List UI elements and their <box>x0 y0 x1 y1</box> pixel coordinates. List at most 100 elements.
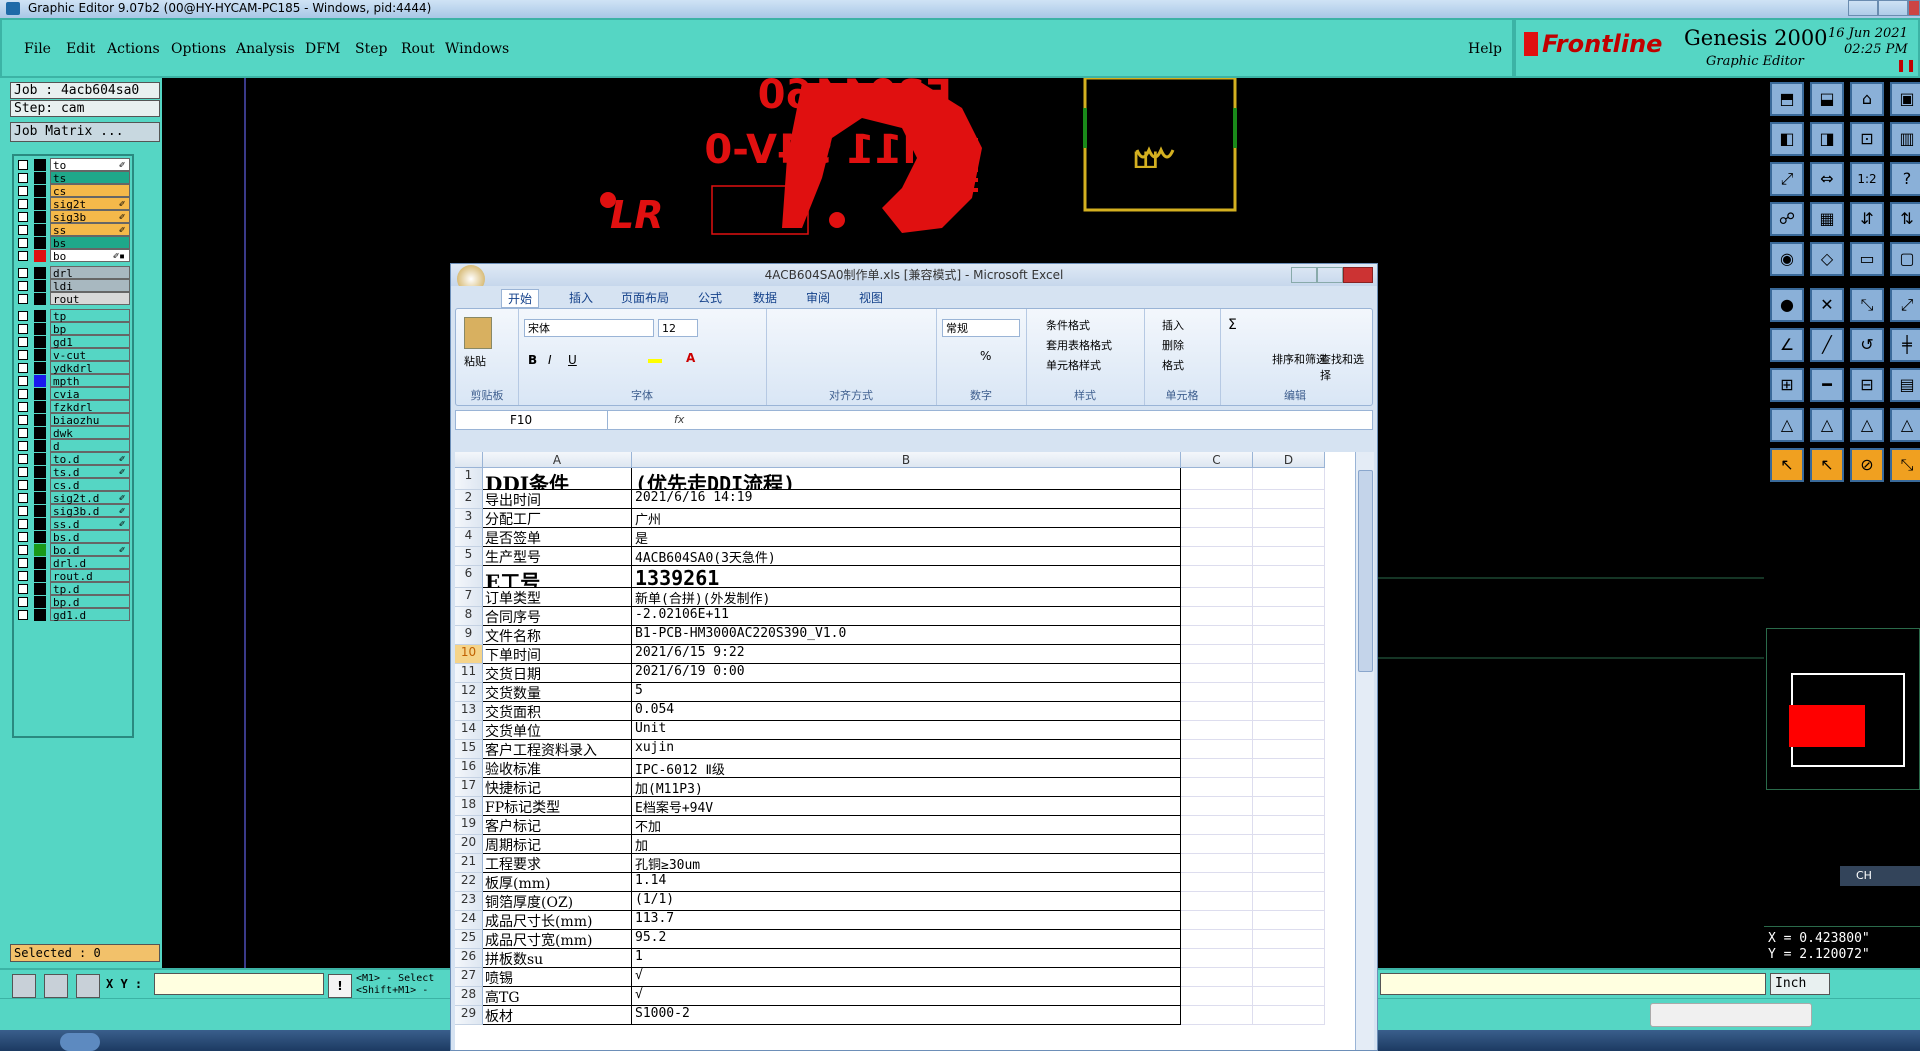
cell-empty[interactable] <box>1253 816 1325 835</box>
cell-empty[interactable] <box>1181 547 1253 566</box>
table-row[interactable]: 13 交货面积 0.054 <box>455 702 1355 721</box>
table-row[interactable]: 10 下单时间 2021/6/15 9:22 <box>455 645 1355 664</box>
layer-row[interactable]: biaozhu <box>14 413 132 427</box>
close-button[interactable] <box>1908 0 1920 16</box>
underline-button[interactable]: U <box>568 353 577 367</box>
layer-name[interactable]: sig2t.d ✐ <box>50 491 130 505</box>
layer-checkbox[interactable] <box>18 238 28 248</box>
cell-empty[interactable] <box>1253 968 1325 987</box>
row-number[interactable]: 6 <box>455 566 483 588</box>
cell-empty[interactable] <box>1181 816 1253 835</box>
column-header-d[interactable]: D <box>1253 452 1325 468</box>
bold-button[interactable]: B <box>528 353 537 367</box>
tool-button[interactable]: △ <box>1850 408 1884 442</box>
layer-row[interactable]: sig2t ✐ <box>14 197 132 211</box>
cell-value[interactable]: xujin <box>632 740 1181 759</box>
cell-empty[interactable] <box>1181 490 1253 509</box>
layer-row[interactable]: ts <box>14 171 132 185</box>
tool-button[interactable]: ▣ <box>1890 82 1920 116</box>
layer-color-swatch[interactable] <box>34 466 46 478</box>
row-number[interactable]: 2 <box>455 490 483 509</box>
layer-color-swatch[interactable] <box>34 172 46 184</box>
cell-label[interactable]: 订单类型 <box>483 588 632 607</box>
layer-row[interactable]: sig3b.d ✐ <box>14 504 132 518</box>
cell-label[interactable]: 工程要求 <box>483 854 632 873</box>
cell-empty[interactable] <box>1181 854 1253 873</box>
layer-color-swatch[interactable] <box>34 323 46 335</box>
layer-name[interactable]: drl.d <box>50 556 130 570</box>
cell-empty[interactable] <box>1181 509 1253 528</box>
layer-color-swatch[interactable] <box>34 596 46 608</box>
cell-value[interactable]: 5 <box>632 683 1181 702</box>
layer-color-swatch[interactable] <box>34 557 46 569</box>
table-row[interactable]: 18 FP标记类型 E档案号+94V <box>455 797 1355 816</box>
layer-name[interactable]: mpth <box>50 374 130 388</box>
tool-button[interactable]: ▤ <box>1890 368 1920 402</box>
row-number[interactable]: 8 <box>455 607 483 626</box>
ime-indicator[interactable]: CH <box>1840 866 1920 886</box>
row-number[interactable]: 13 <box>455 702 483 721</box>
cell-label[interactable]: 下单时间 <box>483 645 632 664</box>
cell-empty[interactable] <box>1181 626 1253 645</box>
layer-color-swatch[interactable] <box>34 362 46 374</box>
layer-checkbox[interactable] <box>18 519 28 529</box>
cell-empty[interactable] <box>1181 468 1253 490</box>
tool-button[interactable]: △ <box>1770 408 1804 442</box>
cell-empty[interactable] <box>1253 468 1325 490</box>
cell-label[interactable]: 交货日期 <box>483 664 632 683</box>
menu-help[interactable]: Help <box>1468 41 1502 57</box>
tab-home[interactable]: 开始 <box>501 289 540 308</box>
find-select-button[interactable]: 查找和选择 <box>1320 351 1370 383</box>
table-row[interactable]: 22 板厚(mm) 1.14 <box>455 873 1355 892</box>
cell-label[interactable]: 高TG <box>483 987 632 1006</box>
cell-label[interactable]: 验收标准 <box>483 759 632 778</box>
tool-button[interactable]: △ <box>1890 408 1920 442</box>
tool-button[interactable]: ⤢ <box>1770 162 1804 196</box>
layer-row[interactable]: bs <box>14 236 132 250</box>
layer-row[interactable]: fzkdrl <box>14 400 132 414</box>
row-number[interactable]: 9 <box>455 626 483 645</box>
insert-cells-button[interactable]: 插入 <box>1162 317 1184 333</box>
cell-empty[interactable] <box>1181 740 1253 759</box>
tab-view[interactable]: 视图 <box>859 289 883 306</box>
layer-row[interactable]: gd1 <box>14 335 132 349</box>
vertical-scrollbar[interactable] <box>1355 452 1374 1050</box>
layer-color-swatch[interactable] <box>34 237 46 249</box>
paste-label[interactable]: 粘贴 <box>464 353 486 369</box>
cell-empty[interactable] <box>1181 949 1253 968</box>
layer-color-swatch[interactable] <box>34 544 46 556</box>
tool-button[interactable]: ⌂ <box>1850 82 1884 116</box>
cell-empty[interactable] <box>1181 721 1253 740</box>
row-number[interactable]: 19 <box>455 816 483 835</box>
cell-empty[interactable] <box>1253 509 1325 528</box>
layer-row[interactable]: ts.d ✐ <box>14 465 132 479</box>
layer-name[interactable]: d <box>50 439 130 453</box>
layer-checkbox[interactable] <box>18 441 28 451</box>
conditional-format-button[interactable]: 条件格式 <box>1046 317 1090 333</box>
cell-value[interactable]: 1339261 <box>632 566 1181 588</box>
table-row[interactable]: 4 是否签单是 <box>455 528 1355 547</box>
cell-empty[interactable] <box>1253 683 1325 702</box>
tool-button[interactable]: ⊘ <box>1850 448 1884 482</box>
layer-checkbox[interactable] <box>18 389 28 399</box>
tool-button[interactable]: ⇔ <box>1810 162 1844 196</box>
tool-button[interactable]: ▭ <box>1850 242 1884 276</box>
row-number[interactable]: 1 <box>455 468 483 490</box>
cell-value[interactable]: 是 <box>632 528 1181 547</box>
cell-label[interactable]: 交货数量 <box>483 683 632 702</box>
info-icon[interactable]: ! <box>328 974 352 998</box>
percent-button[interactable]: % <box>980 349 991 363</box>
cell-value[interactable]: (优先走DDI流程) <box>632 468 1181 490</box>
cell-empty[interactable] <box>1181 987 1253 1006</box>
layer-color-swatch[interactable] <box>34 609 46 621</box>
layer-checkbox[interactable] <box>18 281 28 291</box>
tool-button[interactable]: ↖ <box>1810 448 1844 482</box>
cell-label[interactable]: 铜箔厚度(OZ) <box>483 892 632 911</box>
cell-empty[interactable] <box>1181 778 1253 797</box>
table-row[interactable]: 1 DDI条件 (优先走DDI流程) <box>455 468 1355 490</box>
cell-value[interactable]: 4ACB604SA0(3天急件) <box>632 547 1181 566</box>
layer-checkbox[interactable] <box>18 584 28 594</box>
layer-checkbox[interactable] <box>18 558 28 568</box>
tool-button[interactable]: ⤡ <box>1890 448 1920 482</box>
cell-value[interactable]: 加 <box>632 835 1181 854</box>
